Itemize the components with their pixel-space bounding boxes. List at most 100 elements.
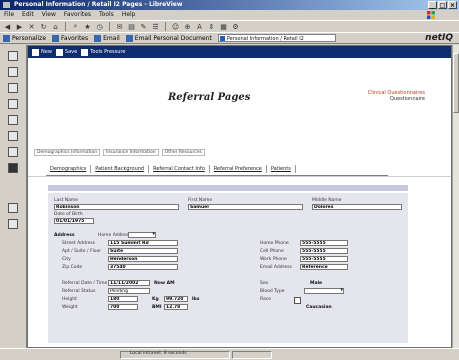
status-label: Referral Status [62,289,96,294]
windows-logo-icon [427,11,435,19]
tab-strip: Demographics Patient Background Referral… [46,165,296,173]
pencil-icon[interactable] [8,67,18,77]
tab-referral-preference[interactable]: Referral Preference [210,165,267,173]
crumb-demographics[interactable]: Demographics Information [34,149,101,156]
back-icon[interactable]: ◀ [3,22,12,31]
layout-icon[interactable]: ▦ [219,22,228,31]
questionnaire-sub[interactable]: Questionnaire [368,96,425,102]
height-input[interactable]: 180 [108,296,138,302]
calendar-icon[interactable] [8,203,18,213]
zip-input[interactable]: 37540 [108,264,178,270]
options-icon[interactable]: ⚙ [231,22,240,31]
tab-patients[interactable]: Patients [267,165,296,173]
link-favorites[interactable]: Favorites [52,34,88,42]
search-icon[interactable]: ⌕ [71,22,80,31]
work-phone-label: Work Phone [260,257,287,262]
toolbar-separator [65,22,66,31]
weight-unit-a: Kg [152,297,159,302]
tools-button[interactable]: Tools Pressure [81,48,125,56]
menu-favorites[interactable]: Favorites [64,10,91,20]
sex-label: Sex [260,281,269,286]
race-label: Race [260,297,272,302]
stop-icon[interactable]: ✕ [27,22,36,31]
highlight-icon[interactable] [8,99,18,109]
refresh-icon[interactable]: ↻ [39,22,48,31]
blood-type-select[interactable] [304,288,344,294]
stamp-icon[interactable] [8,115,18,125]
menu-edit[interactable]: Edit [22,10,34,20]
lbs-input[interactable]: 99.720 [164,296,188,302]
brand-logo: netIQ [425,33,453,43]
terminal-icon[interactable] [8,163,18,173]
tab-referral-contact[interactable]: Referral Contact Info [149,165,210,173]
maximize-button[interactable]: □ [438,1,447,9]
home-icon[interactable]: ⌂ [51,22,60,31]
camera-icon[interactable] [8,147,18,157]
street-input[interactable]: 115 Summit Rd [108,240,178,246]
crumb-other[interactable]: Other Resources [161,149,205,156]
forward-icon[interactable]: ▶ [15,22,24,31]
edit-icon[interactable]: ✎ [139,22,148,31]
menu-view[interactable]: View [42,10,56,20]
title-bar: Personal Information / Retail I2 Pages -… [0,0,459,10]
link-email[interactable]: Email [94,34,120,42]
crumb-insurance[interactable]: Insurance Information [103,149,159,156]
tools-icon [81,48,89,56]
save-button[interactable]: Save [55,48,77,56]
minimize-button[interactable]: _ [428,1,437,9]
zoom-icon[interactable]: ⊕ [183,22,192,31]
links-toolbar: Personalize Favorites Email Email Person… [0,32,459,44]
font-icon[interactable]: A [195,22,204,31]
email-input[interactable]: Reference [300,264,348,270]
window-controls: _ □ × [428,1,457,9]
weight-input[interactable]: 700 [108,304,138,310]
race-checkbox[interactable] [294,297,301,304]
tab-patient-background[interactable]: Patient Background [91,165,150,173]
last-name-input[interactable]: Robinson [54,204,179,210]
status-input[interactable]: Pending [108,288,150,294]
close-button[interactable]: × [448,1,457,9]
city-input[interactable]: Henderson [108,256,178,262]
city-label: City [62,257,71,262]
menu-file[interactable]: File [4,10,14,20]
form-panel: Last Name Robinson First Name Samuel Mid… [48,193,408,343]
last-name-label: Last Name [54,198,79,203]
cell-phone-input[interactable]: 555-5555 [300,248,348,254]
discuss-icon[interactable]: ☰ [151,22,160,31]
menu-help[interactable]: Help [122,10,136,20]
note-icon[interactable] [8,83,18,93]
dob-input[interactable]: 01/01/1975 [54,218,94,224]
middle-name-input[interactable]: Dolores [312,204,402,210]
bmi-input[interactable]: 12.78 [164,304,188,310]
line2-input[interactable]: Suite [108,248,178,254]
table-icon[interactable] [8,219,18,229]
address-field[interactable]: Personal Information / Retail I2 [217,34,336,42]
address-type-select[interactable] [128,232,156,238]
history-icon[interactable]: ◷ [95,22,104,31]
new-button[interactable]: New [32,48,52,56]
link-email-personal[interactable]: Email Personal Document [125,34,212,42]
size-icon[interactable]: ⇕ [207,22,216,31]
middle-name-label: Middle Name [312,198,342,203]
pointer-icon[interactable] [8,51,18,61]
toolbar-separator [165,22,166,31]
home-phone-input[interactable]: 555-5555 [300,240,348,246]
panel-header [48,185,408,191]
messenger-icon[interactable]: ☺ [171,22,180,31]
first-name-input[interactable]: Samuel [188,204,303,210]
menu-tools[interactable]: Tools [99,10,114,20]
cell-phone-label: Cell Phone [260,249,284,254]
status-zone [232,351,272,359]
favorites-icon[interactable]: ★ [83,22,92,31]
link-icon[interactable] [8,131,18,141]
mail-icon[interactable]: ✉ [115,22,124,31]
print-icon[interactable]: ▤ [127,22,136,31]
link-personalize[interactable]: Personalize [3,34,46,42]
referral-date-input[interactable]: 11/11/2002 [108,280,150,286]
tab-demographics[interactable]: Demographics [46,165,92,173]
work-phone-input[interactable]: 555-5555 [300,256,348,262]
scrollbar-thumb[interactable] [453,53,459,113]
email-icon [94,34,102,42]
sex-value: Male [310,281,323,286]
vertical-scrollbar[interactable] [452,45,459,348]
